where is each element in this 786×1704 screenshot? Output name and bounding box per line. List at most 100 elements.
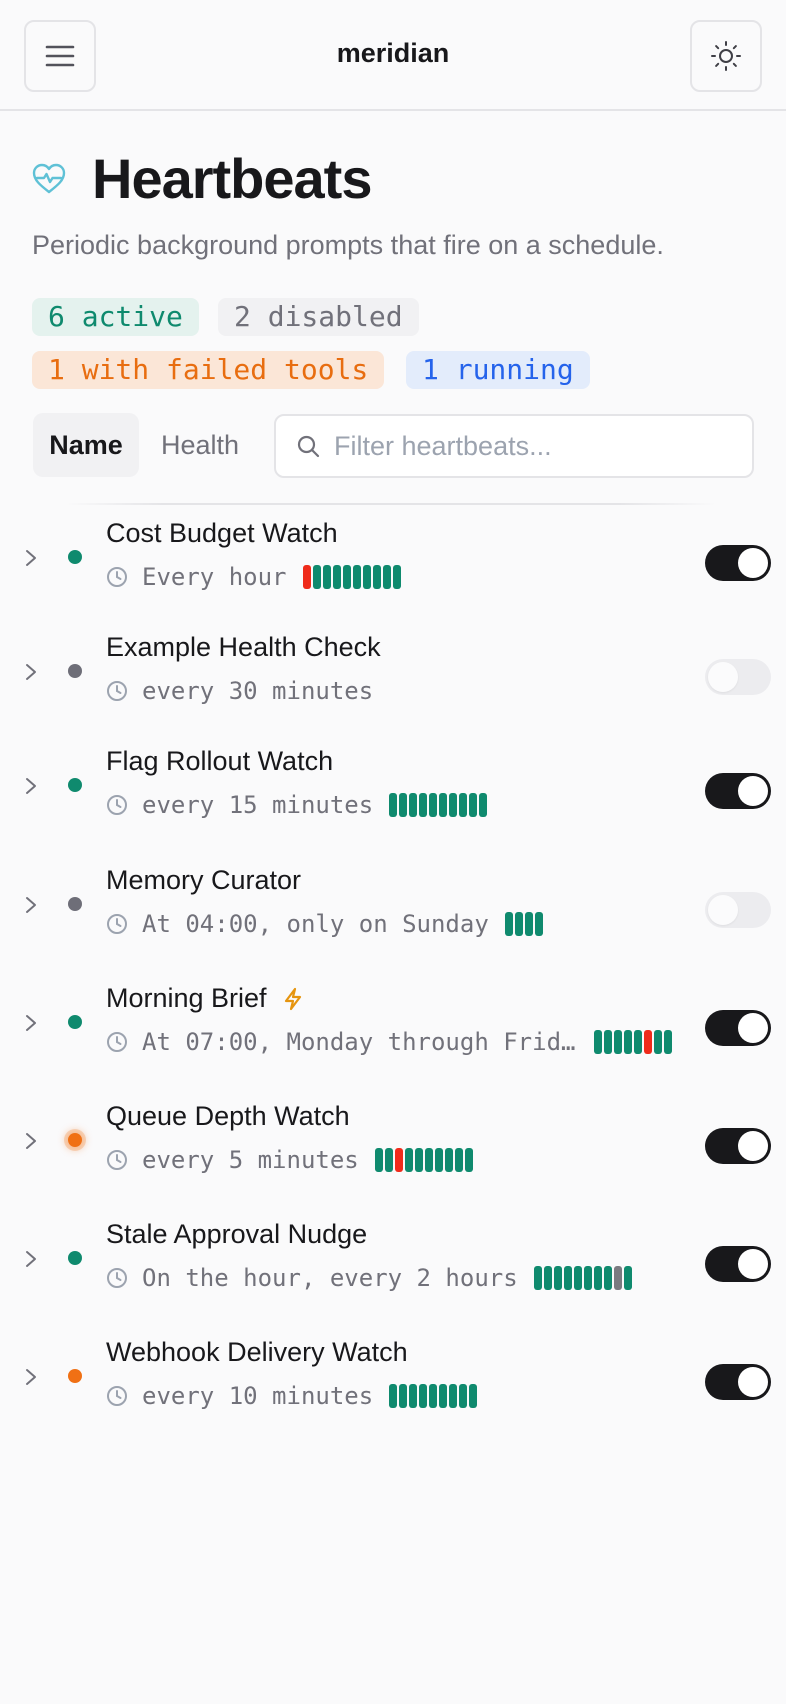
run-history-bar [449, 1384, 458, 1408]
heartbeat-name: Webhook Delivery Watch [106, 1337, 408, 1367]
chevron-right-icon [26, 1133, 36, 1149]
run-history-bar [524, 912, 533, 936]
heartbeat-row[interactable]: Morning Brief At 07:00, Monday through Fr… [0, 971, 786, 1089]
toggle-knob [708, 662, 738, 692]
theme-toggle-button[interactable] [690, 20, 762, 92]
run-history-bar [404, 1148, 413, 1172]
run-history-bar [439, 793, 448, 817]
enable-toggle[interactable] [705, 892, 771, 928]
clock-icon [107, 681, 127, 701]
clock-icon [107, 1268, 127, 1288]
sort-by-name-tab[interactable]: Name [33, 413, 139, 477]
status-dot [68, 897, 82, 911]
heartbeat-row[interactable]: Cost Budget Watch Every hour [0, 506, 786, 624]
filter-search-box[interactable] [274, 414, 754, 478]
status-dot [68, 664, 82, 678]
disabled-count-badge[interactable]: 2 disabled [218, 298, 419, 336]
heartbeat-meta: every 5 minutes [106, 1146, 475, 1174]
top-bar: meridian [0, 0, 786, 111]
run-history-bar [594, 1030, 602, 1054]
toggle-knob [738, 548, 768, 578]
run-history-bar [332, 565, 341, 589]
enable-toggle[interactable] [705, 1010, 771, 1046]
heartbeat-meta: On the hour, every 2 hours [106, 1264, 634, 1292]
list-divider [66, 503, 716, 505]
clock-icon [107, 914, 127, 934]
enable-toggle[interactable] [705, 1246, 771, 1282]
run-history-bar [444, 1148, 453, 1172]
run-history-bar [409, 1384, 418, 1408]
heartbeat-name: Queue Depth Watch [106, 1101, 350, 1131]
run-history-bar [603, 1266, 612, 1290]
run-history-bar [419, 1384, 428, 1408]
run-history-bar [593, 1266, 602, 1290]
run-history-bar [469, 1384, 478, 1408]
heartbeat-row[interactable]: Stale Approval Nudge On the hour, every 2… [0, 1207, 786, 1325]
run-history-bars [389, 793, 489, 817]
heartbeat-row[interactable]: Webhook Delivery Watch every 10 minutes [0, 1325, 786, 1443]
heartbeat-name: Flag Rollout Watch [106, 746, 334, 776]
expand-row-button[interactable] [24, 895, 38, 920]
expand-row-button[interactable] [24, 548, 38, 573]
failed-tools-badge[interactable]: 1 with failed tools [32, 351, 385, 389]
run-history-bar [553, 1266, 562, 1290]
chevron-right-icon [26, 1369, 36, 1385]
run-history-bar [352, 565, 361, 589]
filter-input[interactable] [334, 430, 714, 462]
expand-row-button[interactable] [24, 1131, 38, 1156]
run-history-bar [382, 565, 391, 589]
run-history-bars [302, 565, 403, 589]
heartbeat-meta: every 15 minutes [106, 791, 489, 819]
heartbeat-row[interactable]: Memory Curator At 04:00, only on Sunday [0, 853, 786, 971]
enable-toggle[interactable] [705, 1128, 771, 1164]
run-history-bar [392, 565, 401, 589]
run-history-bar [302, 565, 311, 589]
active-count-badge[interactable]: 6 active [32, 298, 199, 336]
run-history-bar [429, 793, 438, 817]
expand-row-button[interactable] [24, 1013, 38, 1038]
toggle-knob [738, 1249, 768, 1279]
enable-toggle[interactable] [705, 773, 771, 809]
heartbeat-meta: At 07:00, Monday through Friday [106, 1028, 674, 1056]
expand-row-button[interactable] [24, 662, 38, 687]
heartbeat-row[interactable]: Example Health Check every 30 minutes [0, 620, 786, 738]
heartbeat-row[interactable]: Flag Rollout Watch every 15 minutes [0, 734, 786, 852]
enable-toggle[interactable] [705, 659, 771, 695]
run-history-bar [449, 793, 458, 817]
run-history-bar [583, 1266, 592, 1290]
run-history-bar [409, 793, 418, 817]
heartbeat-name: Example Health Check [106, 632, 381, 662]
run-history-bar [614, 1030, 622, 1054]
expand-row-button[interactable] [24, 776, 38, 801]
heartbeat-name: Cost Budget Watch [106, 518, 338, 548]
run-history-bar [399, 1384, 408, 1408]
toggle-knob [738, 1131, 768, 1161]
heartbeat-schedule: At 04:00, only on Sunday [142, 910, 489, 938]
run-history-bar [374, 1148, 383, 1172]
app-title: meridian [336, 38, 450, 68]
run-history-bar [312, 565, 321, 589]
expand-row-button[interactable] [24, 1367, 38, 1392]
status-dot [68, 1251, 82, 1265]
run-history-bar [372, 565, 381, 589]
enable-toggle[interactable] [705, 1364, 771, 1400]
heartbeat-schedule: every 30 minutes [142, 677, 374, 705]
status-dot [68, 1133, 82, 1147]
toggle-knob [738, 776, 768, 806]
heartbeat-row[interactable]: Queue Depth Watch every 5 minutes [0, 1089, 786, 1207]
search-icon [297, 435, 320, 458]
run-history-bar [424, 1148, 433, 1172]
expand-row-button[interactable] [24, 1249, 38, 1274]
sun-icon [711, 41, 741, 71]
clock-icon [107, 1386, 127, 1406]
clock-icon [107, 795, 127, 815]
sort-by-health-tab[interactable]: Health [147, 413, 253, 477]
run-history-bars [533, 1266, 634, 1290]
run-history-bar [434, 1148, 443, 1172]
running-count-badge[interactable]: 1 running [406, 351, 590, 389]
heartbeat-name: Morning Brief [106, 983, 303, 1014]
run-history-bar [479, 793, 488, 817]
enable-toggle[interactable] [705, 545, 771, 581]
run-history-bars [389, 1384, 479, 1408]
run-history-bar [459, 1384, 468, 1408]
